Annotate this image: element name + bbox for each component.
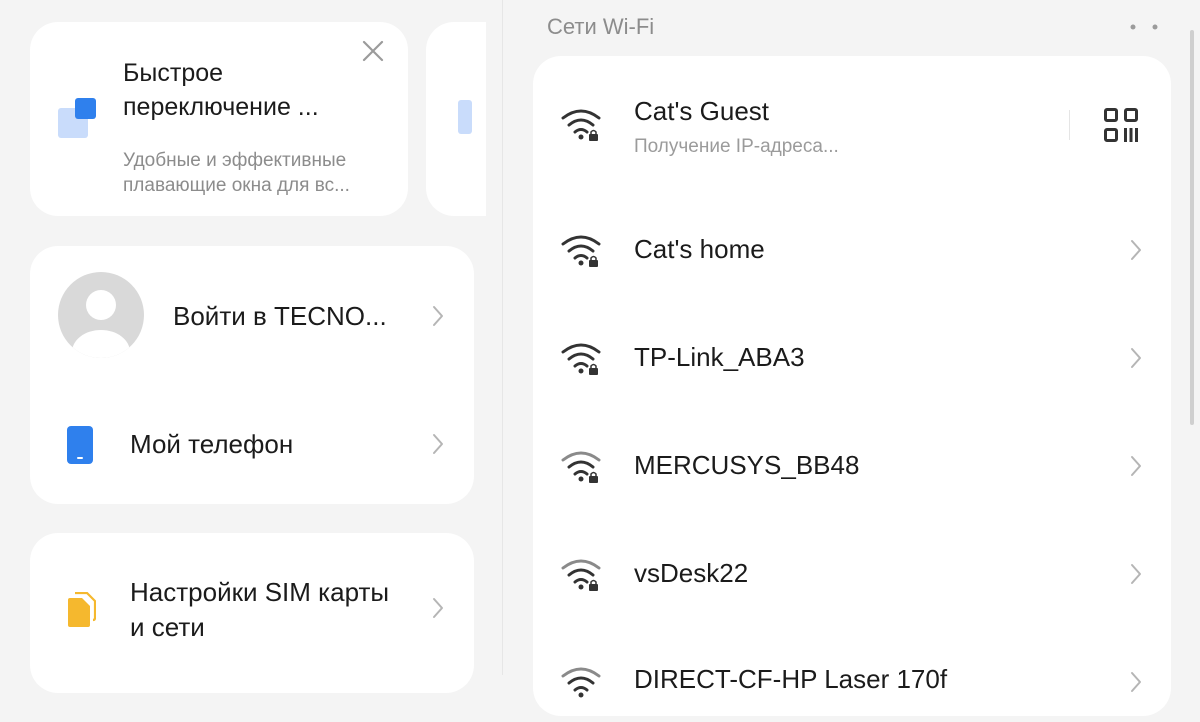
wifi-network-row[interactable]: vsDesk22 xyxy=(533,534,1171,614)
wifi-network-row[interactable]: Cat's home xyxy=(533,210,1171,290)
wifi-network-name: Cat's Guest xyxy=(634,96,770,126)
wifi-lock-icon xyxy=(561,343,601,375)
wifi-networks-list: Cat's Guest Получение IP-адреса... Cat's… xyxy=(533,56,1171,716)
login-label: Войти в TECNO... xyxy=(173,301,387,331)
pane-divider xyxy=(502,0,503,675)
sim-icon xyxy=(68,592,96,627)
chevron-right-icon xyxy=(433,306,443,326)
separator xyxy=(1069,110,1070,140)
chevron-right-icon xyxy=(1131,456,1141,476)
wifi-lock-icon xyxy=(561,667,601,698)
chevron-right-icon xyxy=(1131,672,1141,692)
promo-description: Удобные и эффективные плавающие окна для… xyxy=(123,150,350,196)
wifi-network-name: TP-Link_ABA3 xyxy=(634,342,805,372)
wifi-section-header: Сети Wi-Fi xyxy=(547,14,655,39)
chevron-right-icon xyxy=(1131,240,1141,260)
wifi-network-row[interactable]: TP-Link_ABA3 xyxy=(533,318,1171,398)
wifi-network-row[interactable]: MERCUSYS_BB48 xyxy=(533,426,1171,506)
my-phone-label: Мой телефон xyxy=(130,429,294,459)
my-phone-row[interactable]: Мой телефон xyxy=(30,394,474,494)
sim-settings-label: Настройки SIM карты и сети xyxy=(130,577,390,642)
sim-settings-card[interactable]: Настройки SIM карты и сети xyxy=(30,533,474,693)
promo-peek-icon xyxy=(458,100,472,134)
chevron-right-icon xyxy=(433,598,443,618)
scrollbar[interactable] xyxy=(1190,30,1194,425)
wifi-network-status: Получение IP-адреса... xyxy=(634,136,839,157)
wifi-network-name: vsDesk22 xyxy=(634,558,749,588)
phone-icon xyxy=(67,426,93,464)
more-icon[interactable] xyxy=(1128,22,1160,32)
wifi-lock-icon xyxy=(561,451,601,483)
chevron-right-icon xyxy=(1131,348,1141,368)
floating-windows-icon xyxy=(58,98,96,138)
quick-switch-card[interactable]: Быстрое переключение ... Удобные и эффек… xyxy=(30,22,408,216)
avatar xyxy=(58,272,144,358)
close-icon[interactable] xyxy=(360,38,386,64)
wifi-network-name: MERCUSYS_BB48 xyxy=(634,450,860,480)
account-card: Войти в TECNO... Мой телефон xyxy=(30,246,474,504)
wifi-lock-icon xyxy=(561,109,601,141)
wifi-lock-icon xyxy=(561,559,601,591)
next-promo-card[interactable] xyxy=(426,22,486,216)
chevron-right-icon xyxy=(1131,564,1141,584)
wifi-network-name: Cat's home xyxy=(634,234,765,264)
account-row[interactable]: Войти в TECNO... xyxy=(30,246,474,386)
wifi-lock-icon xyxy=(561,235,601,267)
wifi-network-name: DIRECT-CF-HP Laser 170f xyxy=(634,664,948,694)
chevron-right-icon xyxy=(433,434,443,454)
wifi-network-row[interactable]: Cat's Guest Получение IP-адреса... xyxy=(533,84,1171,184)
qr-code-icon[interactable] xyxy=(1104,108,1138,142)
wifi-network-row[interactable]: DIRECT-CF-HP Laser 170f xyxy=(533,642,1171,722)
promo-title: Быстрое переключение ... xyxy=(123,59,319,121)
